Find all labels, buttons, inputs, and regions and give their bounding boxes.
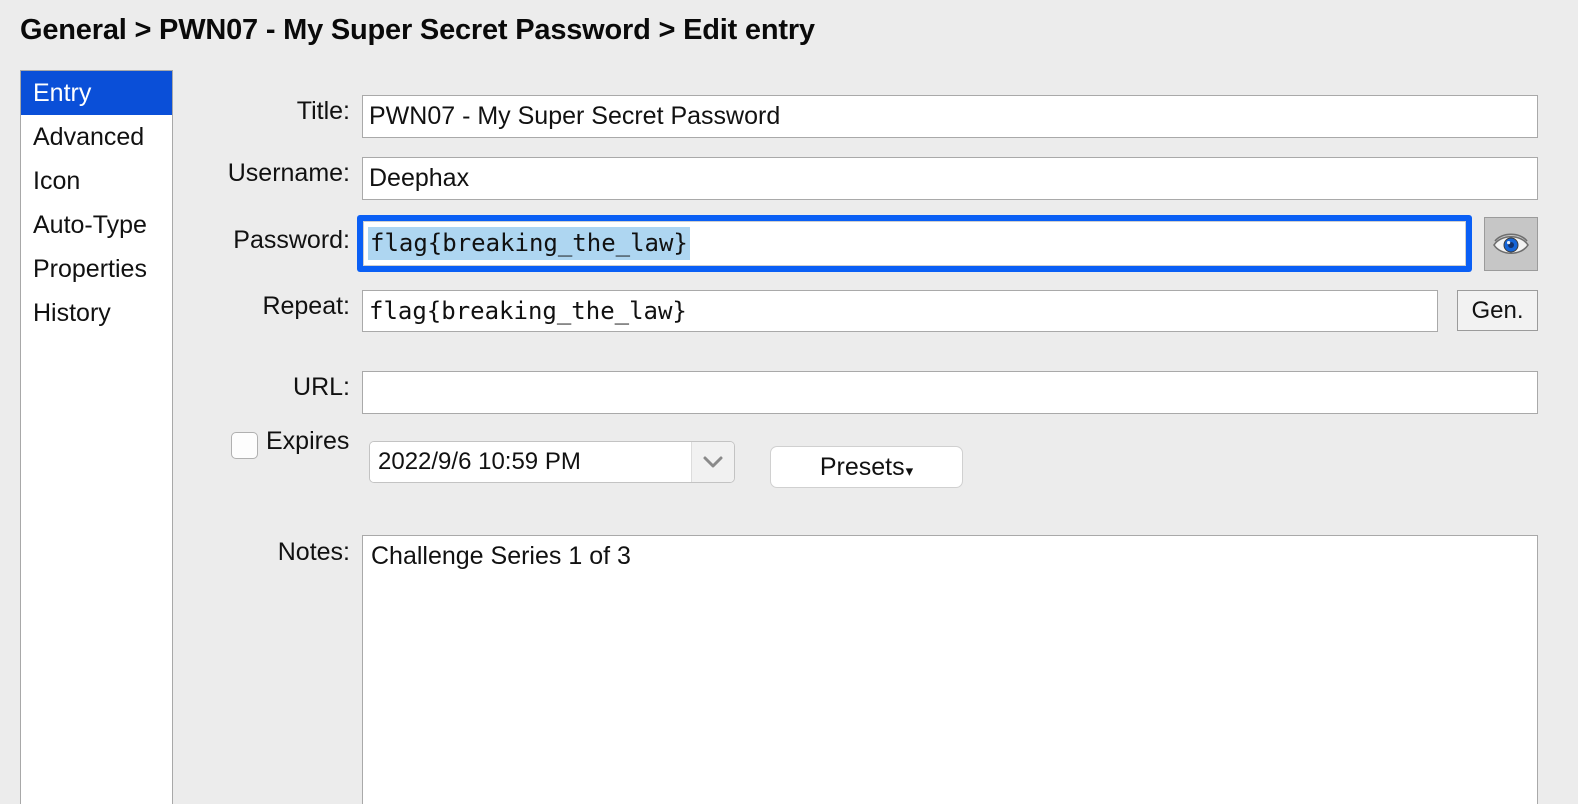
presets-label: Presets — [819, 452, 905, 481]
sidebar-item-icon[interactable]: Icon — [21, 159, 172, 203]
password-value: flag{breaking_the_law} — [368, 227, 690, 260]
password-label: Password: — [233, 226, 350, 254]
eye-icon — [1493, 233, 1529, 255]
presets-button[interactable]: Presets ▾ — [770, 446, 963, 488]
expires-checkbox[interactable] — [231, 432, 258, 459]
chevron-down-glyph — [703, 456, 723, 468]
title-input[interactable]: PWN07 - My Super Secret Password — [362, 95, 1538, 138]
notes-textarea[interactable]: Challenge Series 1 of 3 — [362, 535, 1538, 804]
sidebar-item-history[interactable]: History — [21, 291, 172, 335]
expiry-date-combo[interactable]: 2022/9/6 10:59 PM — [369, 441, 735, 483]
sidebar-item-label: Icon — [33, 167, 81, 195]
sidebar-tab-list[interactable]: Entry Advanced Icon Auto-Type Properties… — [20, 70, 173, 804]
sidebar-item-label: History — [33, 299, 111, 327]
sidebar-item-advanced[interactable]: Advanced — [21, 115, 172, 159]
sidebar-item-auto-type[interactable]: Auto-Type — [21, 203, 172, 247]
password-input-inner[interactable]: flag{breaking_the_law} — [363, 221, 1466, 266]
expires-label: Expires — [266, 427, 350, 455]
caret-down-icon: ▾ — [905, 462, 914, 480]
sidebar-item-label: Properties — [33, 255, 147, 283]
username-input[interactable]: Deephax — [362, 157, 1538, 200]
repeat-input[interactable]: flag{breaking_the_law} — [362, 290, 1438, 332]
reveal-password-button[interactable] — [1484, 217, 1538, 271]
notes-label: Notes: — [277, 538, 350, 566]
sidebar-item-properties[interactable]: Properties — [21, 247, 172, 291]
sidebar-item-label: Entry — [33, 79, 92, 107]
password-input[interactable]: flag{breaking_the_law} — [357, 215, 1472, 272]
url-input[interactable] — [362, 371, 1538, 414]
chevron-down-icon[interactable] — [691, 442, 734, 482]
sidebar-item-entry[interactable]: Entry — [21, 71, 172, 115]
generate-password-button[interactable]: Gen. — [1457, 290, 1538, 331]
expiry-date-value[interactable]: 2022/9/6 10:59 PM — [370, 442, 691, 482]
breadcrumb: General > PWN07 - My Super Secret Passwo… — [20, 14, 815, 46]
username-label: Username: — [227, 159, 350, 187]
url-label: URL: — [293, 373, 350, 401]
title-label: Title: — [296, 97, 350, 125]
sidebar-item-label: Auto-Type — [33, 211, 147, 239]
sidebar-item-label: Advanced — [33, 123, 145, 151]
repeat-label: Repeat: — [262, 292, 350, 320]
